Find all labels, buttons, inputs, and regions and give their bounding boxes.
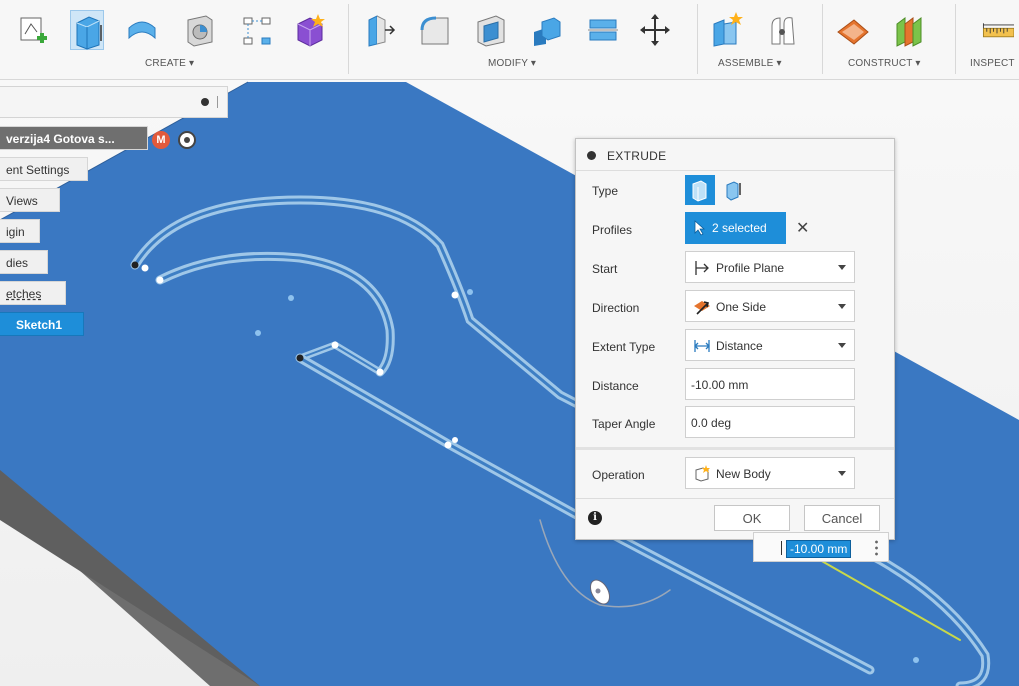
cursor-arrow-icon (694, 220, 706, 236)
browser-item-sketch1[interactable]: Sketch1 (0, 312, 84, 336)
construct-menu[interactable]: CONSTRUCT ▾ (848, 58, 921, 69)
browser-item-named-views[interactable]: Views (0, 188, 60, 212)
move-icon[interactable] (638, 10, 672, 50)
new-component-icon[interactable] (710, 10, 744, 50)
document-badge-icon: M (152, 131, 170, 149)
clear-selection-close-icon[interactable]: ✕ (796, 218, 809, 238)
operation-value: New Body (716, 467, 771, 481)
cancel-button[interactable]: Cancel (804, 505, 880, 531)
modify-menu[interactable]: MODIFY ▾ (488, 58, 536, 69)
info-icon[interactable]: i (588, 511, 602, 525)
hole-icon[interactable] (182, 10, 216, 50)
toolbar: CREATE ▾ MODIFY ▾ ASSEMBLE ▾ CONSTRUCT ▾… (0, 0, 1019, 80)
chevron-down-icon (838, 304, 846, 309)
split-icon[interactable] (586, 10, 620, 50)
revolve-icon[interactable] (125, 10, 159, 50)
direction-dropdown[interactable]: One Side (685, 290, 855, 322)
profiles-label: Profiles (592, 223, 633, 237)
section-divider (576, 447, 894, 450)
browser-header[interactable] (0, 86, 228, 118)
create-form-icon[interactable] (292, 10, 326, 50)
chevron-down-icon (838, 265, 846, 270)
distance-label: Distance (592, 379, 639, 393)
footer-divider (576, 498, 894, 499)
distance-icon (694, 340, 710, 352)
browser-item-bodies[interactable]: dies (0, 250, 48, 274)
extrude-dialog: EXTRUDE Type Profiles 2 selected ✕ Start… (575, 138, 895, 540)
browser-item-origin[interactable]: igin (0, 219, 40, 243)
browser-root-document[interactable]: verzija4 Gotova s... (0, 126, 148, 150)
chevron-down-icon (838, 471, 846, 476)
extent-type-value: Distance (716, 339, 763, 353)
dialog-header[interactable]: EXTRUDE (576, 139, 894, 171)
extent-type-dropdown[interactable]: Distance (685, 329, 855, 361)
measure-icon[interactable] (980, 10, 1019, 50)
panel-divider (217, 96, 218, 108)
distance-input[interactable]: -10.00 mm (685, 368, 855, 400)
combine-icon[interactable] (530, 10, 564, 50)
extent-type-label: Extent Type (592, 340, 656, 354)
dialog-title: EXTRUDE (607, 149, 667, 163)
press-pull-icon[interactable] (363, 10, 397, 50)
chevron-down-icon (838, 343, 846, 348)
dimension-input-box[interactable]: -10.00 mm (753, 532, 889, 562)
type-solid-icon[interactable] (685, 175, 715, 205)
browser-item-sketches[interactable]: etches (0, 281, 66, 305)
profiles-selector[interactable]: 2 selected (685, 212, 786, 244)
create-sketch-icon[interactable] (15, 10, 49, 50)
text-cursor (781, 541, 782, 555)
collapse-icon[interactable] (201, 98, 209, 106)
type-label: Type (592, 184, 619, 198)
activate-component-icon[interactable] (178, 131, 196, 149)
browser-item-document-settings[interactable]: ent Settings (0, 157, 88, 181)
midplane-icon[interactable] (891, 10, 925, 50)
profile-plane-icon (695, 261, 709, 275)
pattern-icon[interactable] (240, 10, 274, 50)
direction-label: Direction (592, 301, 640, 315)
taper-angle-input[interactable]: 0.0 deg (685, 406, 855, 438)
dimension-input-value[interactable]: -10.00 mm (786, 540, 852, 558)
offset-plane-icon[interactable] (836, 10, 870, 50)
start-label: Start (592, 262, 618, 276)
new-body-icon (695, 465, 710, 482)
fillet-icon[interactable] (418, 10, 452, 50)
assemble-menu[interactable]: ASSEMBLE ▾ (718, 58, 782, 69)
shell-icon[interactable] (474, 10, 508, 50)
dialog-collapse-icon[interactable] (587, 151, 596, 160)
profiles-value: 2 selected (712, 221, 767, 235)
joint-icon[interactable] (766, 10, 800, 50)
more-options-icon[interactable] (875, 539, 878, 557)
create-menu[interactable]: CREATE ▾ (145, 58, 194, 69)
start-value: Profile Plane (716, 261, 785, 275)
one-side-icon (694, 301, 710, 315)
type-thin-icon[interactable] (720, 175, 750, 205)
direction-value: One Side (716, 300, 767, 314)
start-dropdown[interactable]: Profile Plane (685, 251, 855, 283)
inspect-menu[interactable]: INSPECT (970, 58, 1015, 69)
operation-dropdown[interactable]: New Body (685, 457, 855, 489)
taper-angle-label: Taper Angle (592, 417, 656, 431)
operation-label: Operation (592, 468, 645, 482)
ok-button[interactable]: OK (714, 505, 790, 531)
extrude-icon[interactable] (70, 10, 104, 50)
